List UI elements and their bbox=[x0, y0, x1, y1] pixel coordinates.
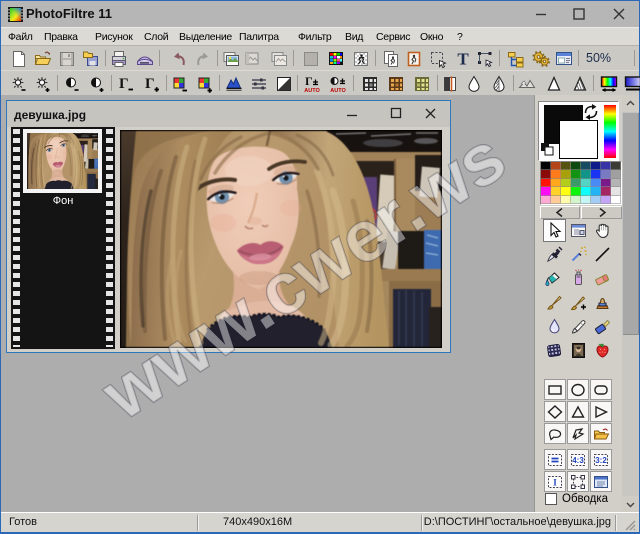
svg-text:Γ: Γ bbox=[119, 76, 129, 92]
svg-text:T: T bbox=[457, 49, 469, 68]
svg-text:4:3: 4:3 bbox=[572, 456, 584, 465]
svg-text:I: I bbox=[553, 477, 557, 487]
svg-text:3:2: 3:2 bbox=[595, 456, 607, 465]
svg-text:Γ: Γ bbox=[145, 76, 155, 92]
svg-text:AUTO: AUTO bbox=[304, 88, 320, 94]
svg-text:Γ: Γ bbox=[305, 74, 313, 88]
svg-text:AUTO: AUTO bbox=[330, 88, 346, 94]
